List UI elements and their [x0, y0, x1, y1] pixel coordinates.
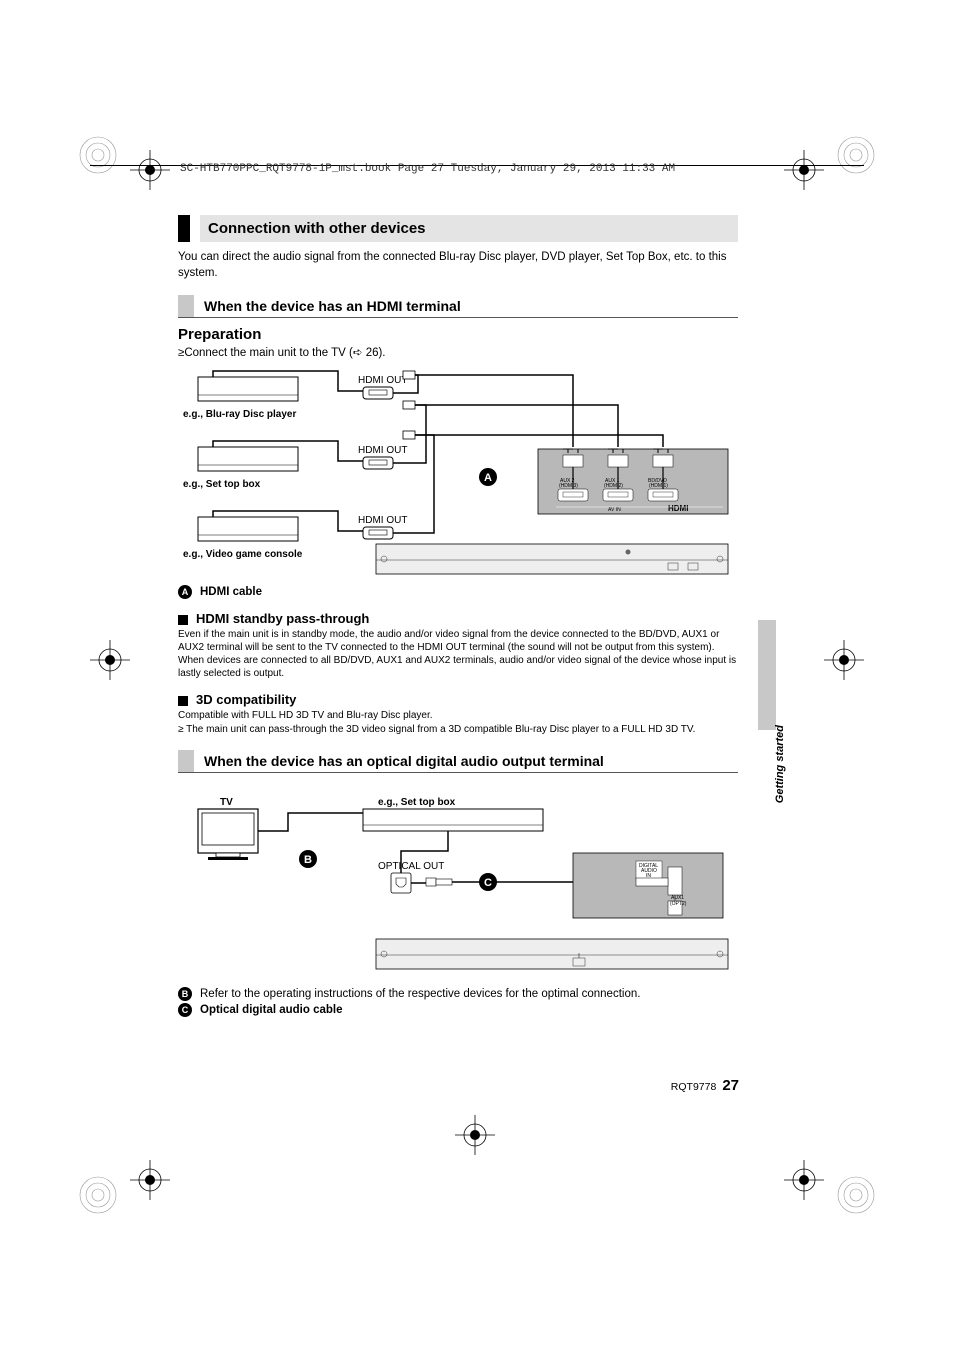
- svg-text:AV IN: AV IN: [608, 507, 621, 513]
- crosshair-ml: [90, 640, 130, 680]
- section-title: Connection with other devices: [178, 215, 738, 242]
- regmark-tl: [78, 135, 118, 175]
- footer: RQT9778 27: [671, 1077, 739, 1094]
- square-bullet-icon: [178, 615, 188, 625]
- square-bullet-icon: [178, 696, 188, 706]
- compat-line1: Compatible with FULL HD 3D TV and Blu-ra…: [178, 709, 738, 722]
- subsection-hdmi-title: When the device has an HDMI terminal: [204, 295, 461, 317]
- callout-b: B Refer to the operating instructions of…: [178, 987, 738, 1001]
- section-title-text: Connection with other devices: [200, 215, 738, 242]
- section-title-bullet: [178, 215, 190, 242]
- callout-a-text: HDMI cable: [200, 586, 262, 598]
- crosshair-br: [784, 1160, 824, 1200]
- svg-text:(HDMI2): (HDMI2): [604, 483, 623, 489]
- d1-dev2: e.g., Set top box: [183, 479, 261, 490]
- preparation-bullet-text: Connect the main unit to the TV (➪ 26).: [184, 347, 385, 359]
- crosshair-tl: [130, 150, 170, 190]
- crosshair-bm: [455, 1115, 495, 1155]
- header-text: SC-HTB770PPC_RQT9778-1P_mst.book Page 27…: [180, 163, 675, 175]
- callout-c: C Optical digital audio cable: [178, 1003, 738, 1017]
- d1-dev3: e.g., Video game console: [183, 549, 303, 560]
- svg-text:B: B: [304, 854, 312, 866]
- passthrough-title: HDMI standby pass-through: [196, 611, 369, 626]
- diagram-hdmi: e.g., Blu-ray Disc player e.g., Set top …: [178, 369, 738, 579]
- d1-port1: HDMI OUT: [358, 375, 407, 386]
- d2-dev: e.g., Set top box: [378, 797, 456, 808]
- subsection-optical: When the device has an optical digital a…: [178, 750, 738, 773]
- d1-letter-a: A: [484, 472, 492, 484]
- footer-page: 27: [722, 1077, 739, 1094]
- page-content: Connection with other devices You can di…: [178, 215, 738, 1017]
- passthrough-heading: HDMI standby pass-through: [178, 611, 738, 626]
- side-tab: [758, 620, 776, 730]
- regmark-br: [836, 1175, 876, 1215]
- preparation-heading: Preparation: [178, 326, 738, 343]
- letter-b-icon: B: [178, 987, 192, 1001]
- preparation-bullet: ≥Connect the main unit to the TV (➪ 26).: [178, 345, 738, 359]
- svg-text:(HDMI1): (HDMI1): [649, 483, 668, 489]
- callout-b-text: Refer to the operating instructions of t…: [200, 988, 640, 1000]
- d2-tv: TV: [220, 797, 233, 808]
- letter-a-icon: A: [178, 585, 192, 599]
- compat-line2-text: The main unit can pass-through the 3D vi…: [186, 724, 695, 735]
- subsection-optical-title: When the device has an optical digital a…: [204, 750, 604, 772]
- crosshair-mr: [824, 640, 864, 680]
- svg-text:C: C: [484, 877, 492, 889]
- footer-code: RQT9778: [671, 1081, 717, 1093]
- subsection-bar: [178, 295, 194, 317]
- svg-text:HDMI: HDMI: [668, 504, 688, 513]
- d1-port2: HDMI OUT: [358, 445, 407, 456]
- svg-text:(OPT2): (OPT2): [670, 901, 687, 907]
- callout-c-text: Optical digital audio cable: [200, 1004, 343, 1016]
- subsection-hdmi: When the device has an HDMI terminal: [178, 295, 738, 318]
- d1-dev1: e.g., Blu-ray Disc player: [183, 409, 296, 420]
- diagram-optical: TV e.g., Set top box B OPTICAL OUT: [178, 781, 738, 981]
- crosshair-tr: [784, 150, 824, 190]
- d2-opt: OPTICAL OUT: [378, 861, 444, 872]
- passthrough-body: Even if the main unit is in standby mode…: [178, 628, 738, 680]
- compat-heading: 3D compatibility: [178, 692, 738, 707]
- d1-port3: HDMI OUT: [358, 515, 407, 526]
- intro-text: You can direct the audio signal from the…: [178, 250, 738, 281]
- svg-text:(HDMI3): (HDMI3): [559, 483, 578, 489]
- side-tab-label: Getting started: [774, 725, 786, 803]
- subsection-bar: [178, 750, 194, 772]
- letter-c-icon: C: [178, 1003, 192, 1017]
- callout-a: A HDMI cable: [178, 585, 738, 599]
- compat-title: 3D compatibility: [196, 692, 296, 707]
- compat-line2: ≥ The main unit can pass-through the 3D …: [178, 723, 738, 736]
- crosshair-bl: [130, 1160, 170, 1200]
- regmark-bl: [78, 1175, 118, 1215]
- regmark-tr: [836, 135, 876, 175]
